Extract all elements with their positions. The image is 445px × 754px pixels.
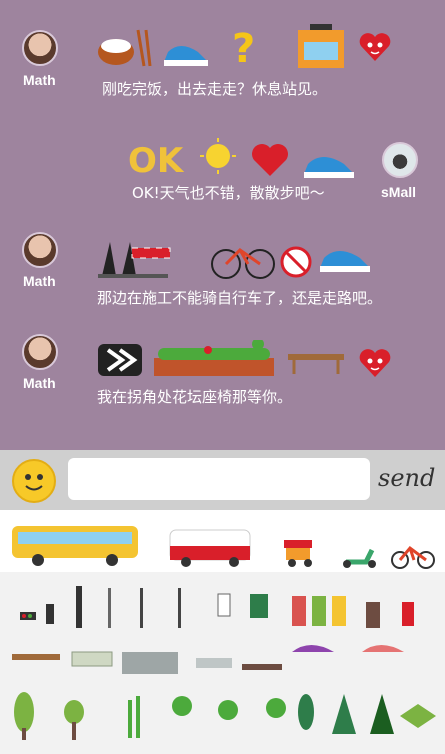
svg-text:?: ? bbox=[232, 26, 255, 72]
sticker-row-street bbox=[20, 586, 414, 628]
message-text-4: 我在拐角处花坛座椅那等你。 bbox=[97, 388, 293, 406]
bicycle-icon[interactable] bbox=[390, 540, 436, 570]
avatar-math[interactable] bbox=[22, 334, 58, 370]
username-small: sMall bbox=[381, 184, 417, 200]
smiley-icon bbox=[25, 474, 43, 491]
bus-icon[interactable] bbox=[12, 520, 140, 568]
emoji-row-3 bbox=[98, 236, 378, 280]
emoji-row-2: OK bbox=[128, 136, 368, 180]
message-text-3: 那边在施工不能骑自行车了，还是走路吧。 bbox=[97, 289, 383, 307]
food-cart-icon[interactable] bbox=[282, 536, 322, 568]
emoji-sticker-strip: ? bbox=[98, 24, 344, 72]
username-math: Math bbox=[23, 72, 56, 88]
avatar-math[interactable] bbox=[22, 232, 58, 268]
avatar-small[interactable] bbox=[382, 142, 418, 178]
emoji-sticker-strip-4 bbox=[98, 340, 344, 376]
ok-sticker: OK bbox=[128, 141, 185, 180]
message-text-2: OK!天气也不错，散散步吧～ bbox=[132, 184, 325, 202]
sticker-row-furniture bbox=[12, 645, 404, 674]
username-math: Math bbox=[23, 273, 56, 289]
sticker-row-nature bbox=[14, 692, 436, 740]
message-text-1: 刚吃完饭，出去走走？休息站见。 bbox=[102, 80, 328, 98]
heart-emoji-icon bbox=[359, 33, 391, 61]
scooter-icon[interactable] bbox=[340, 542, 380, 570]
emoji-picker-button[interactable] bbox=[12, 459, 56, 503]
username-math: Math bbox=[23, 375, 56, 391]
message-input[interactable] bbox=[68, 458, 370, 500]
emoji-sticker-strip-3 bbox=[98, 242, 370, 279]
emoji-sticker-strip-2: OK bbox=[128, 138, 354, 180]
camper-van-icon[interactable] bbox=[168, 522, 254, 568]
send-button[interactable]: send bbox=[378, 464, 435, 492]
emoji-row-4 bbox=[98, 340, 350, 380]
heart-emoji-icon bbox=[359, 349, 391, 377]
avatar-math[interactable] bbox=[22, 30, 58, 66]
emoji-row-1: ? bbox=[98, 22, 398, 74]
